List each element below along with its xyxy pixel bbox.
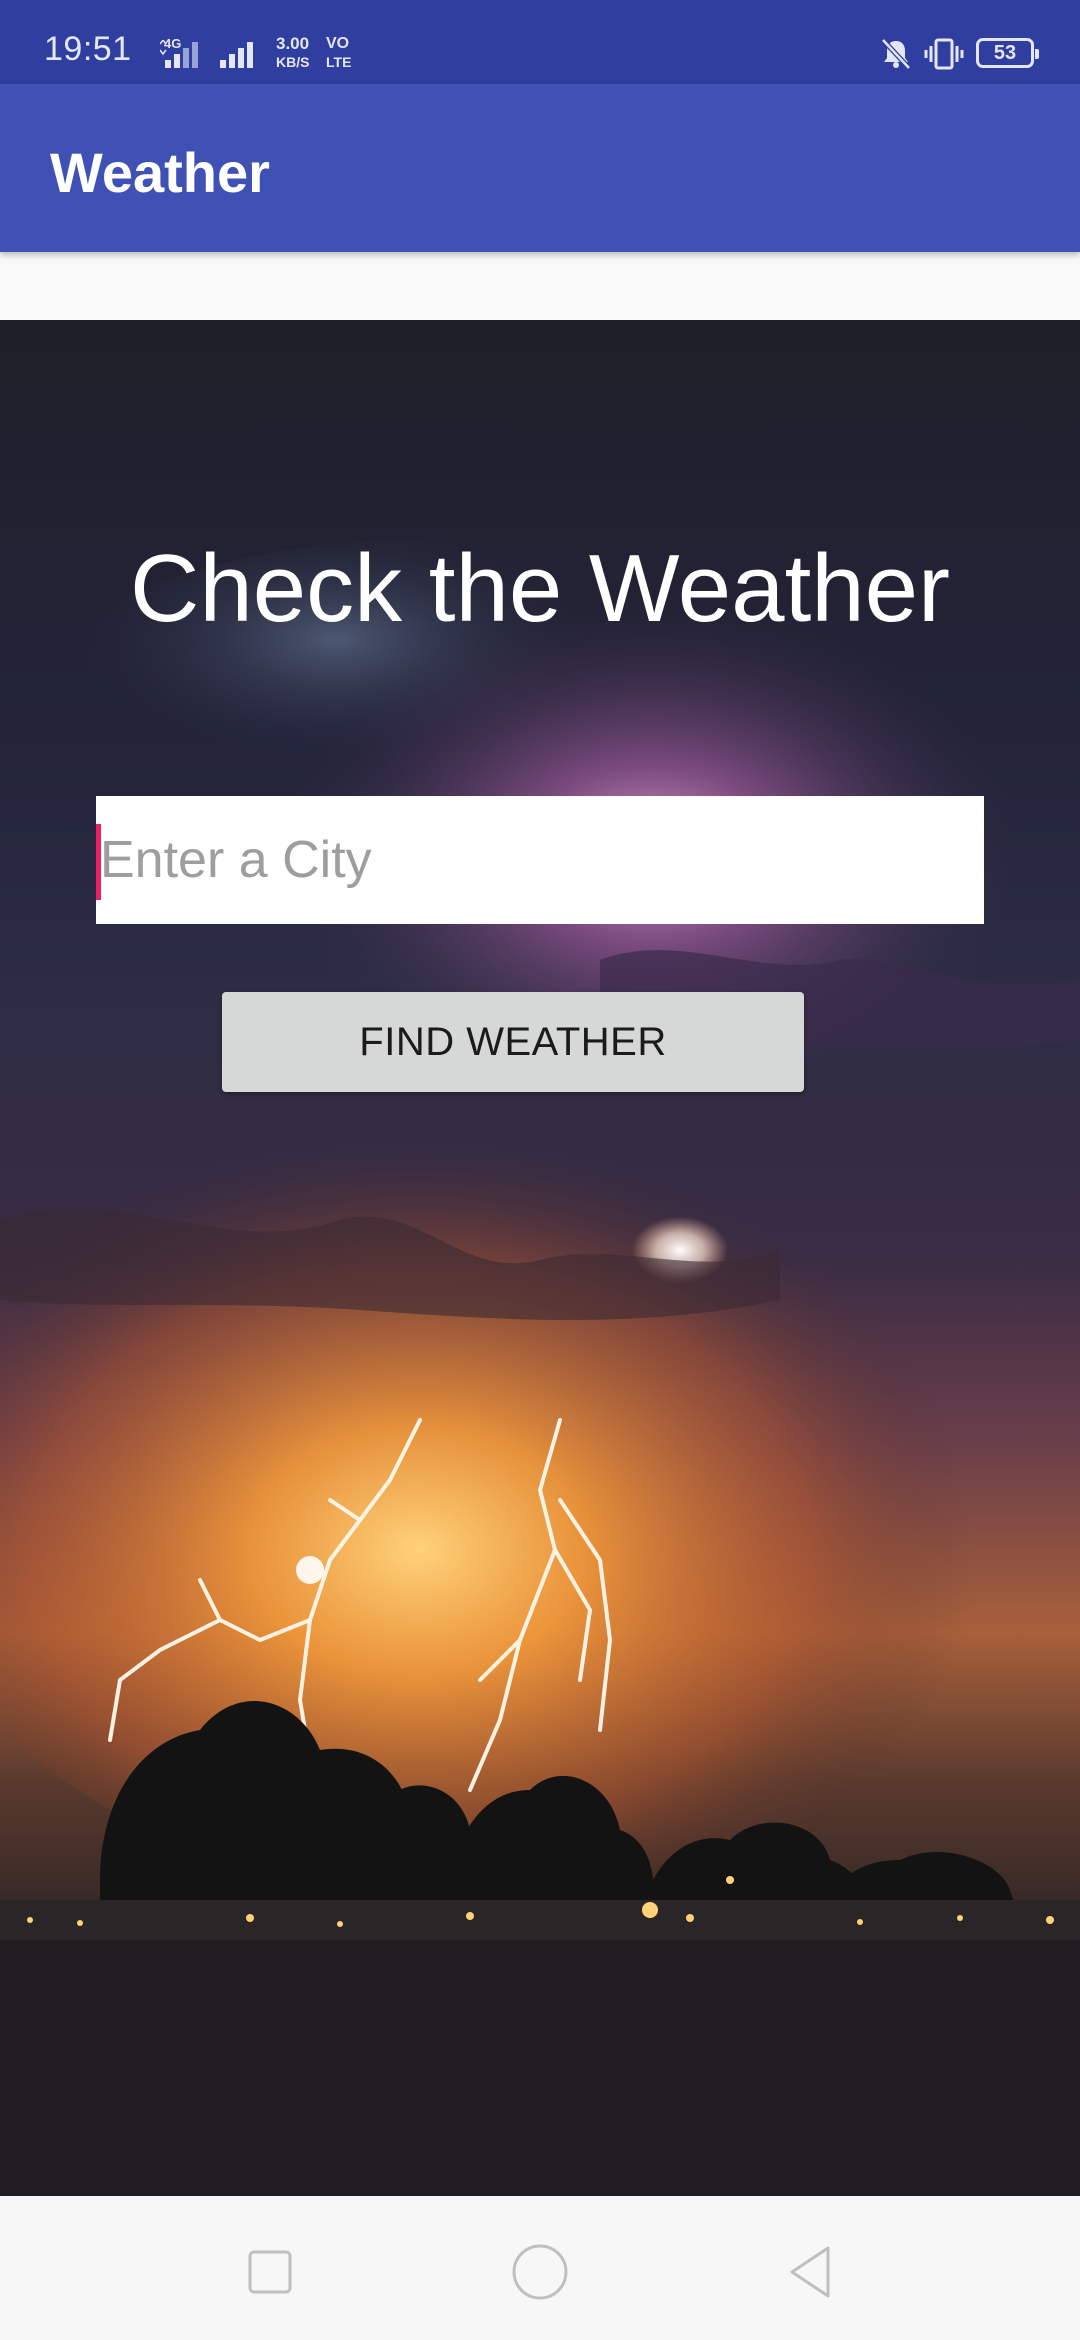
recents-button[interactable] (230, 2232, 310, 2312)
battery-icon: 53 (976, 38, 1039, 68)
text-cursor (96, 824, 101, 900)
app-bar: Weather (0, 84, 1080, 252)
volte-top: VO (326, 35, 350, 52)
signal-icon (160, 40, 198, 68)
speed-unit: KB/S (276, 54, 310, 70)
battery-level: 53 (993, 41, 1017, 64)
screen: 19:51 4G 3.00 KB/S VO LTE 53 Weather Che… (0, 0, 1080, 2340)
back-icon (790, 2246, 830, 2298)
home-button[interactable] (500, 2232, 580, 2312)
app-title: Weather (50, 141, 270, 204)
city-input[interactable] (96, 796, 984, 924)
mute-icon (881, 38, 911, 70)
speed-value: 3.00 (276, 34, 310, 53)
volte-bottom: LTE (326, 54, 352, 70)
back-button[interactable] (770, 2232, 850, 2312)
status-bar: 19:51 4G 3.00 KB/S VO LTE 53 (0, 0, 1080, 84)
signal-icon-2 (220, 42, 253, 68)
headline: Check the Weather (130, 535, 950, 642)
navigation-bar (0, 2196, 1080, 2340)
home-icon (512, 2244, 568, 2300)
status-time: 19:51 (44, 30, 132, 68)
recents-icon (248, 2250, 292, 2294)
vibrate-icon (924, 38, 964, 70)
find-weather-button[interactable]: FIND WEATHER (222, 992, 804, 1092)
